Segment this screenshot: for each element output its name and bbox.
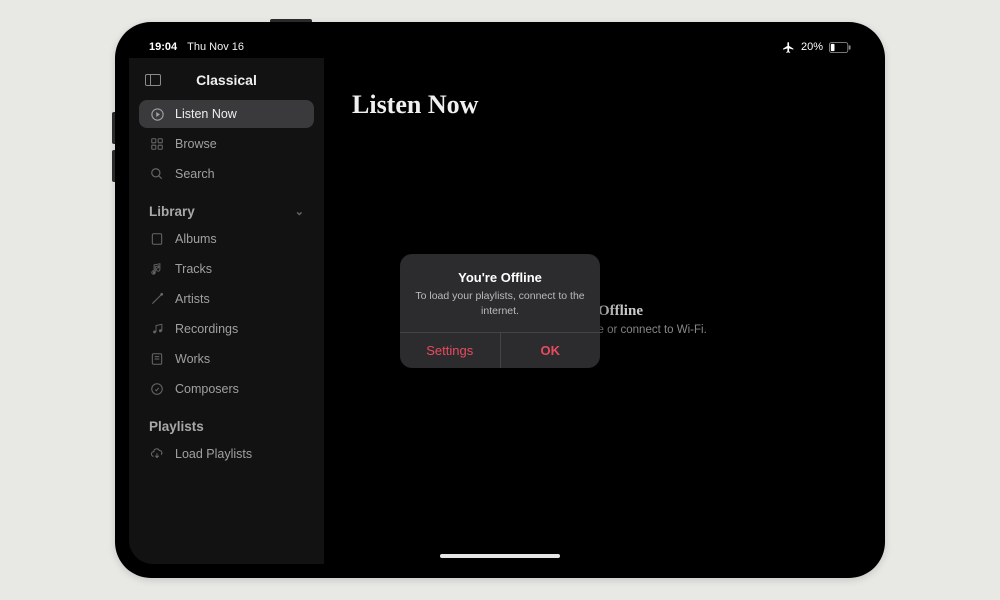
- status-time: 19:04: [149, 41, 177, 53]
- airplane-mode-icon: [782, 41, 795, 54]
- home-indicator[interactable]: [440, 554, 560, 558]
- alert-title: You're Offline: [414, 270, 586, 285]
- battery-percent: 20%: [801, 41, 823, 53]
- volume-up-button: [112, 112, 115, 144]
- ipad-frame: 19:04 Thu Nov 16 20% ••• Classical: [115, 22, 885, 578]
- alert-ok-button[interactable]: OK: [500, 333, 601, 368]
- alert-overlay: You're Offline To load your playlists, c…: [129, 58, 871, 564]
- alert-settings-button[interactable]: Settings: [400, 333, 500, 368]
- volume-down-button: [112, 150, 115, 182]
- power-button: [270, 19, 312, 22]
- status-date: Thu Nov 16: [187, 41, 244, 53]
- offline-alert: You're Offline To load your playlists, c…: [400, 254, 600, 367]
- status-bar: 19:04 Thu Nov 16 20%: [129, 36, 871, 58]
- screen: 19:04 Thu Nov 16 20% ••• Classical: [129, 36, 871, 564]
- battery-icon: [829, 42, 851, 53]
- alert-message: To load your playlists, connect to the i…: [414, 289, 586, 317]
